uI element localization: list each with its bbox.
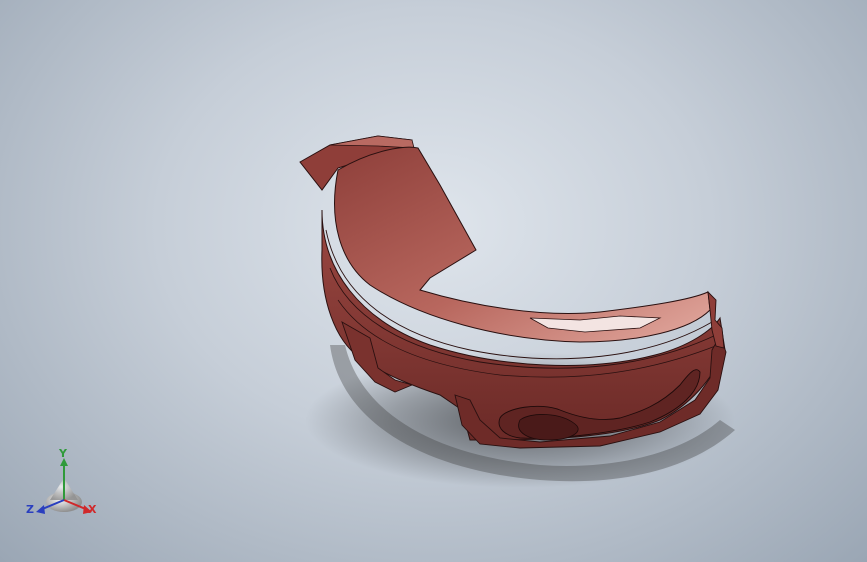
3d-model-view[interactable] [0,0,867,562]
z-axis-label: Z [26,503,34,516]
y-axis-label: Y [59,447,67,460]
coordinate-triad: Y Z X [26,448,102,520]
x-axis-label: X [88,503,97,516]
z-axis-arrow [36,505,45,514]
graphics-viewport[interactable]: Y Z X [0,0,867,562]
model-inner-surface [334,146,711,343]
